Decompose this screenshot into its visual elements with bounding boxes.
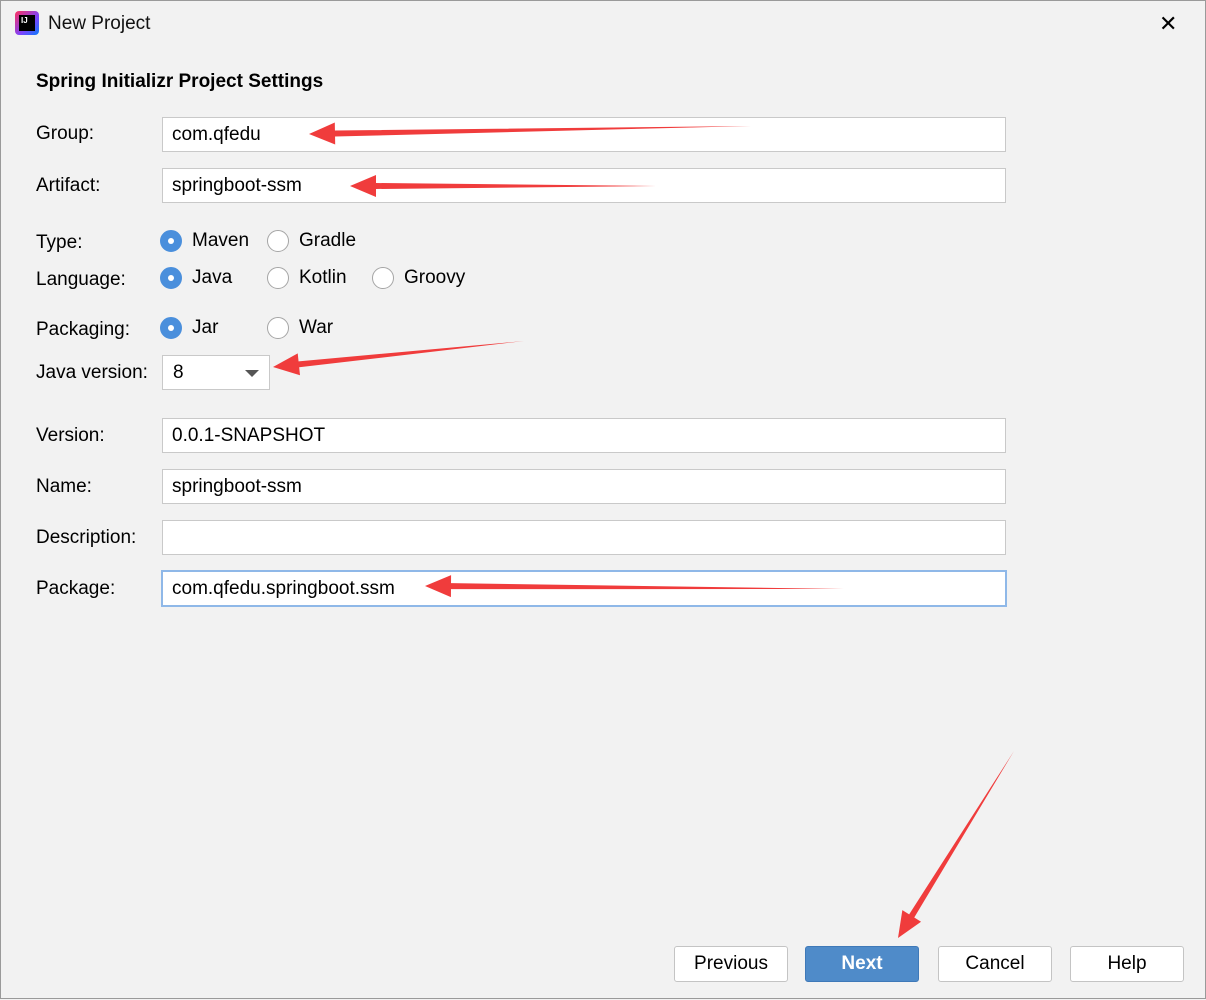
description-input[interactable] xyxy=(162,520,1006,555)
radio-label: Kotlin xyxy=(299,267,347,288)
annotation-arrow-2 xyxy=(273,341,524,376)
radio-gradle[interactable]: Gradle xyxy=(267,230,356,252)
radio-jar[interactable]: Jar xyxy=(160,317,218,339)
radio-checked-icon xyxy=(160,230,182,252)
radio-groovy[interactable]: Groovy xyxy=(372,267,465,289)
version-label: Version: xyxy=(36,425,105,446)
radio-unchecked-icon xyxy=(267,317,289,339)
previous-button[interactable]: Previous xyxy=(674,946,788,982)
radio-java[interactable]: Java xyxy=(160,267,232,289)
radio-maven[interactable]: Maven xyxy=(160,230,249,252)
package-input[interactable]: com.qfedu.springboot.ssm xyxy=(161,570,1007,607)
page-title: Spring Initializr Project Settings xyxy=(36,71,324,92)
language-label: Language: xyxy=(36,269,126,290)
radio-war[interactable]: War xyxy=(267,317,333,339)
description-label: Description: xyxy=(36,527,137,548)
artifact-label: Artifact: xyxy=(36,175,101,196)
next-button[interactable]: Next xyxy=(805,946,919,982)
radio-label: War xyxy=(299,317,334,338)
radio-label: Gradle xyxy=(299,230,357,251)
cancel-button[interactable]: Cancel xyxy=(938,946,1052,982)
radio-label: Groovy xyxy=(404,267,466,288)
close-icon[interactable]: ✕ xyxy=(1159,11,1177,37)
java-version-value: 8 xyxy=(173,362,184,383)
help-button[interactable]: Help xyxy=(1070,946,1184,982)
radio-checked-icon xyxy=(160,267,182,289)
packaging-label: Packaging: xyxy=(36,319,131,340)
annotation-arrow-4 xyxy=(898,751,1014,938)
radio-label: Java xyxy=(192,267,233,288)
group-input[interactable]: com.qfedu xyxy=(162,117,1006,152)
radio-unchecked-icon xyxy=(267,230,289,252)
radio-unchecked-icon xyxy=(372,267,394,289)
window-title: New Project xyxy=(48,13,151,34)
radio-label: Jar xyxy=(192,317,219,338)
radio-unchecked-icon xyxy=(267,267,289,289)
chevron-down-icon xyxy=(245,370,259,377)
type-label: Type: xyxy=(36,232,83,253)
radio-checked-icon xyxy=(160,317,182,339)
java-version-select[interactable]: 8 xyxy=(162,355,270,390)
intellij-logo: IJ xyxy=(15,11,39,35)
artifact-input[interactable]: springboot-ssm xyxy=(162,168,1006,203)
radio-kotlin[interactable]: Kotlin xyxy=(267,267,347,289)
version-input[interactable]: 0.0.1-SNAPSHOT xyxy=(162,418,1006,453)
package-label: Package: xyxy=(36,578,116,599)
java-version-label: Java version: xyxy=(36,362,148,383)
radio-label: Maven xyxy=(192,230,250,251)
name-input[interactable]: springboot-ssm xyxy=(162,469,1006,504)
name-label: Name: xyxy=(36,476,92,497)
group-label: Group: xyxy=(36,123,95,144)
